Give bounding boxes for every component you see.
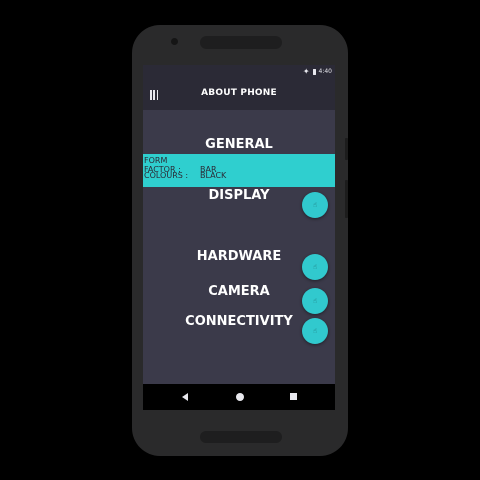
navigation-bar — [143, 384, 335, 410]
page-title: ABOUT PHONE — [201, 88, 277, 98]
connectivity-expand-button[interactable]: ☝ — [302, 318, 328, 344]
touch-icon: ☝ — [312, 262, 318, 271]
app-toolbar: ABOUT PHONE — [143, 80, 335, 110]
home-icon[interactable] — [236, 393, 244, 401]
app-screen: ✦ 4:40 ABOUT PHONE GENERAL FORM FACTOR :… — [143, 65, 335, 410]
status-indicators: ✦ 4:40 — [302, 66, 332, 76]
general-info-panel: FORM FACTOR : BAR COLOURS : BLACK — [143, 154, 335, 187]
front-camera — [171, 38, 178, 45]
battery-icon — [312, 68, 316, 75]
touch-icon: ☝ — [312, 296, 318, 305]
power-button — [345, 138, 348, 160]
info-row-colours: COLOURS : BLACK — [144, 171, 226, 180]
status-time: 4:40 — [318, 68, 332, 75]
touch-icon: ☝ — [312, 326, 318, 335]
touch-icon: ☝ — [312, 200, 318, 209]
hardware-expand-button[interactable]: ☝ — [302, 254, 328, 280]
wifi-icon: ✦ — [302, 66, 310, 76]
top-speaker — [200, 36, 282, 49]
bottom-speaker — [200, 431, 282, 443]
info-value: BLACK — [200, 171, 227, 180]
display-expand-button[interactable]: ☝ — [302, 192, 328, 218]
section-general[interactable]: GENERAL — [143, 137, 335, 152]
info-label: COLOURS : — [144, 171, 189, 180]
recent-apps-icon[interactable] — [290, 393, 297, 400]
back-icon[interactable] — [182, 393, 188, 401]
camera-expand-button[interactable]: ☝ — [302, 288, 328, 314]
status-bar: ✦ 4:40 — [143, 65, 335, 80]
volume-button — [345, 180, 348, 218]
